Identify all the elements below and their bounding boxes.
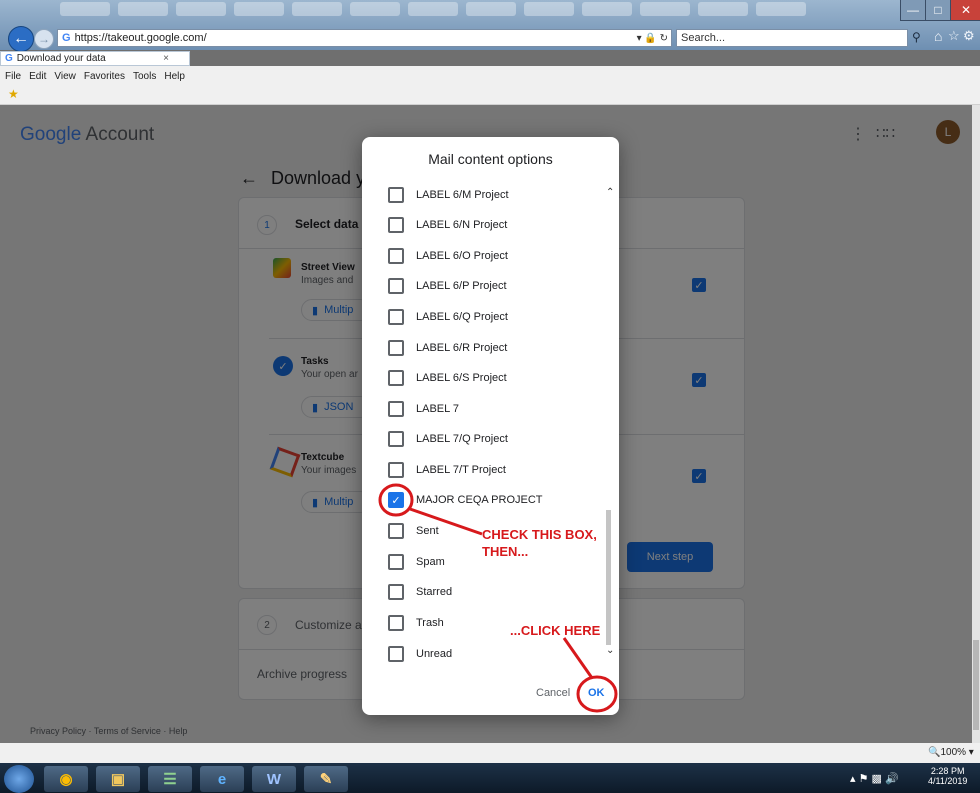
zoom-value: 100% bbox=[940, 747, 967, 758]
zoom-icon: 🔍 bbox=[928, 747, 941, 758]
clock-date: 4/11/2019 bbox=[928, 776, 968, 786]
highlight-circle-checkbox bbox=[378, 483, 414, 517]
internet-explorer-taskbar-icon[interactable]: e bbox=[200, 766, 244, 792]
annotation-then-text: THEN... bbox=[482, 544, 529, 559]
highlight-circle-ok bbox=[576, 675, 618, 713]
annotation-overlay bbox=[378, 483, 618, 713]
annotation-arrow bbox=[409, 507, 483, 536]
tray-icons[interactable]: ▴ ⚑ ▩ 🔊 bbox=[850, 772, 899, 785]
annotation-click-text: ...CLICK HERE bbox=[510, 623, 601, 638]
paint-taskbar-icon[interactable]: ✎ bbox=[304, 766, 348, 792]
clock-time: 2:28 PM bbox=[930, 766, 965, 776]
start-button[interactable] bbox=[4, 765, 34, 793]
status-bar: 🔍100% ▾ bbox=[0, 743, 980, 763]
zoom-level[interactable]: 🔍100% ▾ bbox=[928, 747, 974, 758]
system-clock[interactable]: 2:28 PM 4/11/2019 bbox=[928, 766, 967, 786]
taskbar bbox=[0, 763, 980, 793]
security-taskbar-icon[interactable]: ☰ bbox=[148, 766, 192, 792]
file-explorer-taskbar-icon[interactable]: ▣ bbox=[96, 766, 140, 792]
annotation-arrow bbox=[562, 637, 594, 679]
word-taskbar-icon[interactable]: W bbox=[252, 766, 296, 792]
chrome-taskbar-icon[interactable]: ◉ bbox=[44, 766, 88, 792]
annotation-check-text: CHECK THIS BOX, bbox=[482, 527, 597, 542]
